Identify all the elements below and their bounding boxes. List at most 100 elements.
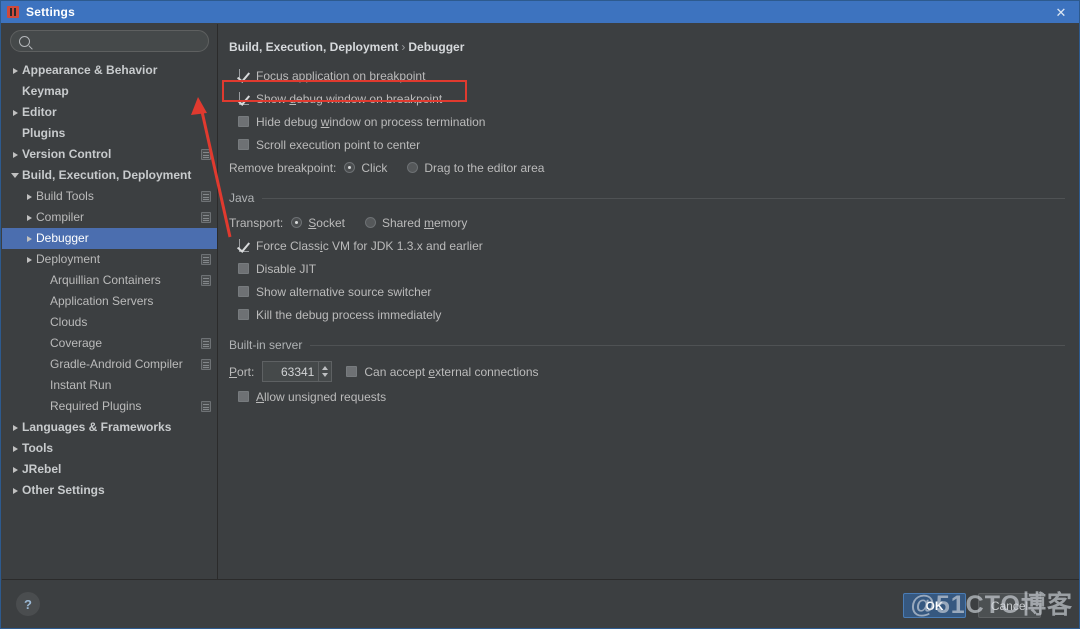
sidebar-item-editor[interactable]: Editor (2, 102, 217, 123)
radio-remove-drag[interactable] (407, 162, 418, 173)
checkbox-scroll-execution-point-to-center[interactable] (238, 139, 249, 150)
sidebar-item-version-control[interactable]: Version Control (2, 144, 217, 165)
sidebar-item-label: Arquillian Containers (50, 270, 161, 291)
builtin-server-section-title: Built-in server (229, 338, 310, 352)
checkbox-show-debug-window-on-breakpoint[interactable] (238, 93, 249, 104)
checkbox-label: Disable JIT (256, 262, 316, 276)
sidebar-item-build-execution-deployment[interactable]: Build, Execution, Deployment (2, 165, 217, 186)
sidebar-item-label: Editor (22, 102, 57, 123)
checkbox-unsigned-requests[interactable] (238, 391, 249, 402)
remove-breakpoint-label: Remove breakpoint: (229, 161, 336, 175)
help-icon[interactable]: ? (16, 592, 40, 616)
search-box[interactable] (10, 30, 209, 52)
checkbox-hide-debug-window-on-process-termination[interactable] (238, 116, 249, 127)
sidebar-item-label: Keymap (22, 81, 69, 102)
checkbox-external-connections-label: Can accept external connections (364, 365, 538, 379)
title-bar: Settings ✕ (1, 1, 1079, 23)
project-scope-icon (201, 149, 211, 160)
checkbox-external-connections[interactable] (346, 366, 357, 377)
sidebar-item-label: Coverage (50, 333, 102, 354)
radio-remove-drag-label: Drag to the editor area (424, 161, 544, 175)
radio-transport-shared-memory[interactable] (365, 217, 376, 228)
checkbox-focus-application-on-breakpoint[interactable] (238, 70, 249, 81)
port-label: Port: (229, 365, 254, 379)
chevron-right-icon[interactable] (22, 257, 36, 263)
sidebar-item-instant-run[interactable]: Instant Run (2, 375, 217, 396)
checkbox-show-alternative-source-switcher[interactable] (238, 286, 249, 297)
sidebar-item-label: Clouds (50, 312, 87, 333)
checkbox-label: Show debug window on breakpoint (256, 92, 442, 106)
breadcrumb-root[interactable]: Build, Execution, Deployment (229, 40, 398, 54)
breadcrumb-leaf: Debugger (408, 40, 464, 54)
sidebar-item-label: Other Settings (22, 480, 105, 501)
sidebar-item-clouds[interactable]: Clouds (2, 312, 217, 333)
general-option-row: Scroll execution point to center (229, 133, 1065, 156)
project-scope-icon (201, 212, 211, 223)
chevron-right-icon[interactable] (22, 236, 36, 242)
sidebar-item-keymap[interactable]: Keymap (2, 81, 217, 102)
sidebar-item-other-settings[interactable]: Other Settings (2, 480, 217, 501)
sidebar-item-label: Debugger (36, 228, 89, 249)
checkbox-unsigned-requests-label: Allow unsigned requests (256, 390, 386, 404)
chevron-right-icon[interactable] (22, 194, 36, 200)
settings-content: Build, Execution, Deployment›Debugger Fo… (219, 24, 1079, 580)
checkbox-label: Show alternative source switcher (256, 285, 431, 299)
sidebar-item-label: Build, Execution, Deployment (22, 165, 191, 186)
sidebar-item-label: Tools (22, 438, 53, 459)
section-divider (310, 345, 1065, 346)
sidebar-item-label: Plugins (22, 123, 65, 144)
sidebar-item-jrebel[interactable]: JRebel (2, 459, 217, 480)
sidebar-item-label: Required Plugins (50, 396, 141, 417)
checkbox-disable-jit[interactable] (238, 263, 249, 274)
checkbox-label: Kill the debug process immediately (256, 308, 441, 322)
dialog-footer: ? OK Cancel @51CTO博客 (2, 579, 1079, 627)
spinner-down-icon[interactable] (322, 373, 328, 377)
sidebar-item-coverage[interactable]: Coverage (2, 333, 217, 354)
port-value[interactable]: 63341 (263, 365, 318, 379)
chevron-right-icon[interactable] (8, 425, 22, 431)
chevron-right-icon[interactable] (8, 152, 22, 158)
checkbox-force-classic-vm-for-jdk-1-3-x-and-earlier[interactable] (238, 240, 249, 251)
java-option-row: Disable JIT (229, 257, 1065, 280)
watermark: @51CTO博客 (910, 585, 1073, 621)
checkbox-label: Force Classic VM for JDK 1.3.x and earli… (256, 239, 483, 253)
chevron-right-icon[interactable] (8, 68, 22, 74)
intellij-icon (7, 6, 19, 18)
radio-remove-click-label: Click (361, 161, 387, 175)
sidebar-item-label: Languages & Frameworks (22, 417, 171, 438)
sidebar-item-gradle-android-compiler[interactable]: Gradle-Android Compiler (2, 354, 217, 375)
sidebar-item-plugins[interactable]: Plugins (2, 123, 217, 144)
radio-remove-click[interactable] (344, 162, 355, 173)
sidebar-item-compiler[interactable]: Compiler (2, 207, 217, 228)
chevron-down-icon[interactable] (8, 173, 22, 178)
sidebar-item-debugger[interactable]: Debugger (2, 228, 217, 249)
chevron-right-icon[interactable] (8, 446, 22, 452)
port-spinner[interactable] (318, 362, 331, 381)
spinner-up-icon[interactable] (322, 366, 328, 370)
chevron-right-icon[interactable] (8, 110, 22, 116)
sidebar-item-label: Deployment (36, 249, 100, 270)
radio-transport-socket-label: Socket (308, 216, 345, 230)
sidebar-item-application-servers[interactable]: Application Servers (2, 291, 217, 312)
project-scope-icon (201, 275, 211, 286)
search-input[interactable] (35, 34, 200, 48)
section-divider (262, 198, 1065, 199)
checkbox-kill-the-debug-process-immediately[interactable] (238, 309, 249, 320)
java-section-header: Java (229, 191, 1065, 205)
sidebar-item-required-plugins[interactable]: Required Plugins (2, 396, 217, 417)
chevron-right-icon[interactable] (22, 215, 36, 221)
sidebar-item-appearance-behavior[interactable]: Appearance & Behavior (2, 60, 217, 81)
chevron-right-icon[interactable] (8, 488, 22, 494)
sidebar-item-arquillian-containers[interactable]: Arquillian Containers (2, 270, 217, 291)
transport-row: Transport: Socket Shared memory (229, 211, 1065, 234)
sidebar-item-tools[interactable]: Tools (2, 438, 217, 459)
sidebar-item-build-tools[interactable]: Build Tools (2, 186, 217, 207)
chevron-right-icon[interactable] (8, 467, 22, 473)
sidebar-item-deployment[interactable]: Deployment (2, 249, 217, 270)
close-icon[interactable]: ✕ (1043, 1, 1079, 23)
sidebar-item-languages-frameworks[interactable]: Languages & Frameworks (2, 417, 217, 438)
radio-transport-socket[interactable] (291, 217, 302, 228)
port-stepper[interactable]: 63341 (262, 361, 332, 382)
general-options-group: Focus application on breakpointShow debu… (229, 64, 1065, 156)
checkbox-label: Scroll execution point to center (256, 138, 420, 152)
